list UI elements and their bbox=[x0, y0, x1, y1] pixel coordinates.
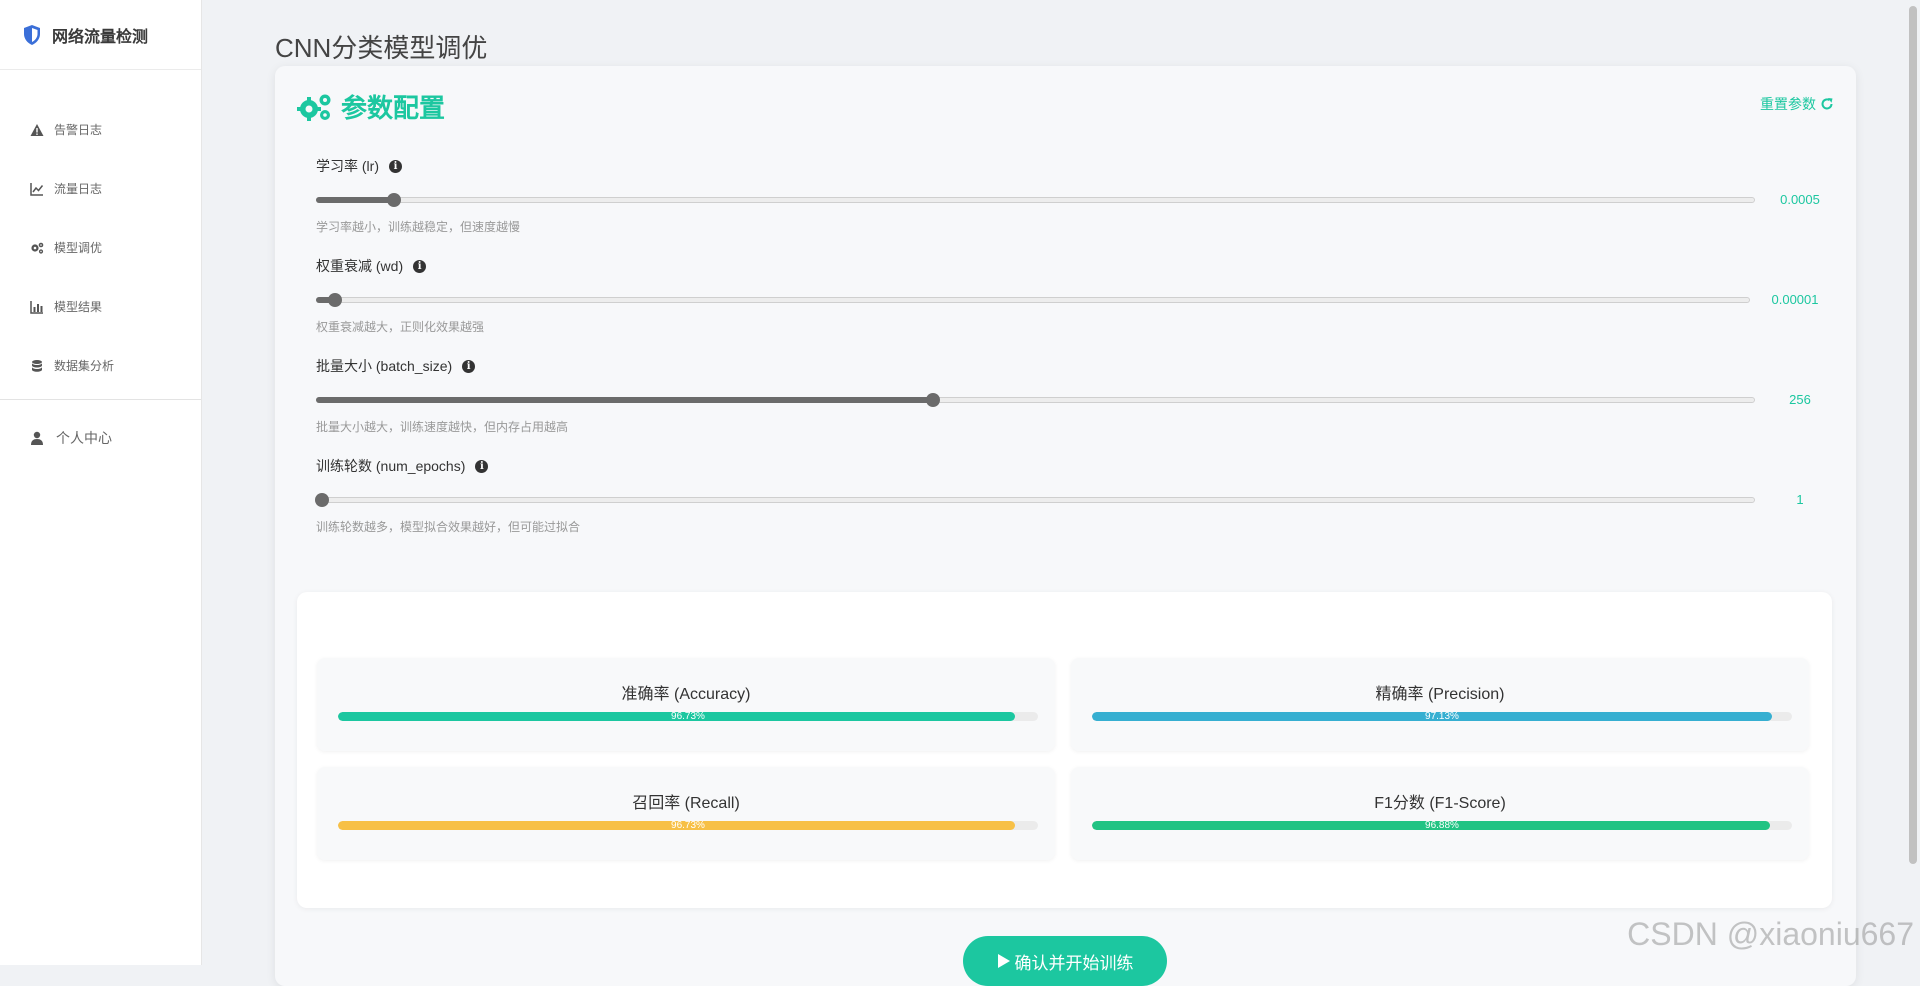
progress-text: 97.13% bbox=[1425, 712, 1459, 721]
reset-label: 重置参数 bbox=[1760, 96, 1816, 112]
param-label: 学习率 (lr) i bbox=[316, 156, 1831, 176]
page-scrollbar[interactable] bbox=[1909, 6, 1917, 864]
info-icon[interactable]: i bbox=[413, 259, 427, 273]
param-value: 0.00001 bbox=[1771, 292, 1819, 307]
start-training-label: 确认并开始训练 bbox=[1014, 953, 1134, 973]
sidebar-item-label: 模型结果 bbox=[54, 300, 103, 314]
gears-icon bbox=[297, 94, 331, 121]
sidebar-item-traffic-log[interactable]: 流量日志 bbox=[0, 159, 201, 218]
bar-chart-icon bbox=[30, 300, 44, 314]
param-label: 权重衰减 (wd) i bbox=[316, 256, 1831, 276]
progress-bar: 96.73% bbox=[338, 821, 1038, 830]
param-lr: 学习率 (lr) i 0.0005 学习率越小，训练越稳定，但速度越慢 bbox=[316, 156, 1831, 235]
metric-title: F1分数 (F1-Score) bbox=[1374, 795, 1506, 812]
slider-thumb[interactable] bbox=[328, 293, 342, 307]
sidebar-item-profile[interactable]: 个人中心 bbox=[0, 410, 201, 465]
param-label: 训练轮数 (num_epochs) i bbox=[316, 456, 1831, 476]
slider-thumb[interactable] bbox=[926, 393, 940, 407]
sidebar-divider bbox=[0, 399, 201, 400]
config-card: 参数配置 重置参数 学习率 (lr) i 0.0005 学习率越小，训练越稳定，… bbox=[275, 66, 1856, 986]
lr-slider[interactable]: 0.0005 bbox=[316, 190, 1831, 210]
database-icon bbox=[30, 359, 44, 373]
config-header: 参数配置 bbox=[297, 88, 445, 125]
param-num-epochs: 训练轮数 (num_epochs) i 1 训练轮数越多，模型拟合效果越好，但可… bbox=[315, 456, 1831, 535]
sidebar-item-alert-log[interactable]: 告警日志 bbox=[0, 100, 201, 159]
progress-bar: 97.13% bbox=[1092, 712, 1792, 721]
page-title: CNN分类模型调优 bbox=[275, 33, 488, 63]
param-value: 256 bbox=[1789, 392, 1811, 407]
play-icon bbox=[997, 954, 1010, 968]
slider-thumb[interactable] bbox=[315, 493, 329, 507]
param-wd: 权重衰减 (wd) i 0.00001 权重衰减越大，正则化效果越强 bbox=[316, 256, 1831, 335]
redo-icon bbox=[1821, 98, 1833, 110]
metric-title: 精确率 (Precision) bbox=[1375, 686, 1505, 703]
slider-fill bbox=[316, 197, 394, 203]
progress-bar: 96.73% bbox=[338, 712, 1038, 721]
sidebar-item-label: 数据集分析 bbox=[54, 359, 115, 373]
sidebar-item-model-tuning[interactable]: 模型调优 bbox=[0, 218, 201, 277]
progress-text: 96.73% bbox=[671, 712, 705, 721]
sidebar-item-label: 告警日志 bbox=[54, 123, 103, 137]
slider-track[interactable] bbox=[316, 497, 1755, 503]
batch-size-slider[interactable]: 256 bbox=[316, 390, 1831, 410]
num-epochs-slider[interactable]: 1 bbox=[315, 490, 1831, 510]
metrics-panel: 准确率 (Accuracy) 96.73% 精确率 (Precision) 97… bbox=[297, 592, 1832, 908]
metric-recall: 召回率 (Recall) 96.73% bbox=[317, 767, 1055, 860]
param-batch-size: 批量大小 (batch_size) i 256 批量大小越大，训练速度越快，但内… bbox=[316, 356, 1831, 435]
info-icon[interactable]: i bbox=[462, 359, 476, 373]
param-value: 0.0005 bbox=[1780, 192, 1820, 207]
line-chart-icon bbox=[30, 182, 44, 196]
warning-icon bbox=[30, 123, 44, 137]
slider-fill bbox=[316, 397, 933, 403]
metric-title: 召回率 (Recall) bbox=[632, 795, 740, 812]
info-icon[interactable]: i bbox=[475, 459, 489, 473]
progress-text: 96.73% bbox=[671, 821, 705, 830]
param-hint: 权重衰减越大，正则化效果越强 bbox=[316, 320, 485, 334]
reset-params-button[interactable]: 重置参数 bbox=[1760, 94, 1834, 114]
metric-accuracy: 准确率 (Accuracy) 96.73% bbox=[317, 658, 1055, 751]
param-value: 1 bbox=[1796, 492, 1804, 507]
config-title: 参数配置 bbox=[341, 93, 446, 123]
sidebar: 网络流量检测 告警日志 流量日志 模型调优 模型结果 数据集分析 个人中心 bbox=[0, 0, 202, 965]
param-label-text: 权重衰减 (wd) bbox=[316, 258, 404, 274]
metric-precision: 精确率 (Precision) 97.13% bbox=[1071, 658, 1809, 751]
brand-title: 网络流量检测 bbox=[52, 28, 149, 46]
sidebar-item-label: 模型调优 bbox=[54, 241, 103, 255]
wd-slider[interactable]: 0.00001 bbox=[316, 290, 1831, 310]
shield-icon bbox=[24, 24, 40, 45]
param-label: 批量大小 (batch_size) i bbox=[316, 356, 1831, 376]
slider-track[interactable] bbox=[316, 197, 1755, 203]
progress-text: 96.88% bbox=[1425, 821, 1459, 830]
param-label-text: 训练轮数 (num_epochs) bbox=[316, 458, 466, 474]
param-hint: 批量大小越大，训练速度越快，但内存占用越高 bbox=[316, 420, 569, 434]
user-icon bbox=[30, 431, 44, 445]
metric-f1: F1分数 (F1-Score) 96.88% bbox=[1071, 767, 1809, 860]
param-hint: 训练轮数越多，模型拟合效果越好，但可能过拟合 bbox=[316, 520, 581, 534]
slider-thumb[interactable] bbox=[387, 193, 401, 207]
start-training-button[interactable]: 确认并开始训练 bbox=[963, 936, 1167, 986]
sidebar-item-label: 个人中心 bbox=[56, 429, 112, 446]
param-hint: 学习率越小，训练越稳定，但速度越慢 bbox=[316, 220, 521, 234]
slider-track[interactable] bbox=[316, 297, 1750, 303]
progress-bar: 96.88% bbox=[1092, 821, 1792, 830]
gears-icon bbox=[30, 241, 44, 255]
sidebar-item-dataset-analysis[interactable]: 数据集分析 bbox=[0, 336, 201, 395]
brand[interactable]: 网络流量检测 bbox=[0, 0, 201, 70]
watermark: CSDN @xiaoniu667 bbox=[1627, 916, 1914, 952]
param-label-text: 学习率 (lr) bbox=[316, 158, 379, 174]
sidebar-item-model-results[interactable]: 模型结果 bbox=[0, 277, 201, 336]
sidebar-nav: 告警日志 流量日志 模型调优 模型结果 数据集分析 个人中心 bbox=[0, 70, 201, 465]
param-label-text: 批量大小 (batch_size) bbox=[316, 358, 453, 374]
info-icon[interactable]: i bbox=[389, 159, 402, 173]
sidebar-item-label: 流量日志 bbox=[54, 182, 103, 196]
metric-title: 准确率 (Accuracy) bbox=[621, 686, 751, 703]
